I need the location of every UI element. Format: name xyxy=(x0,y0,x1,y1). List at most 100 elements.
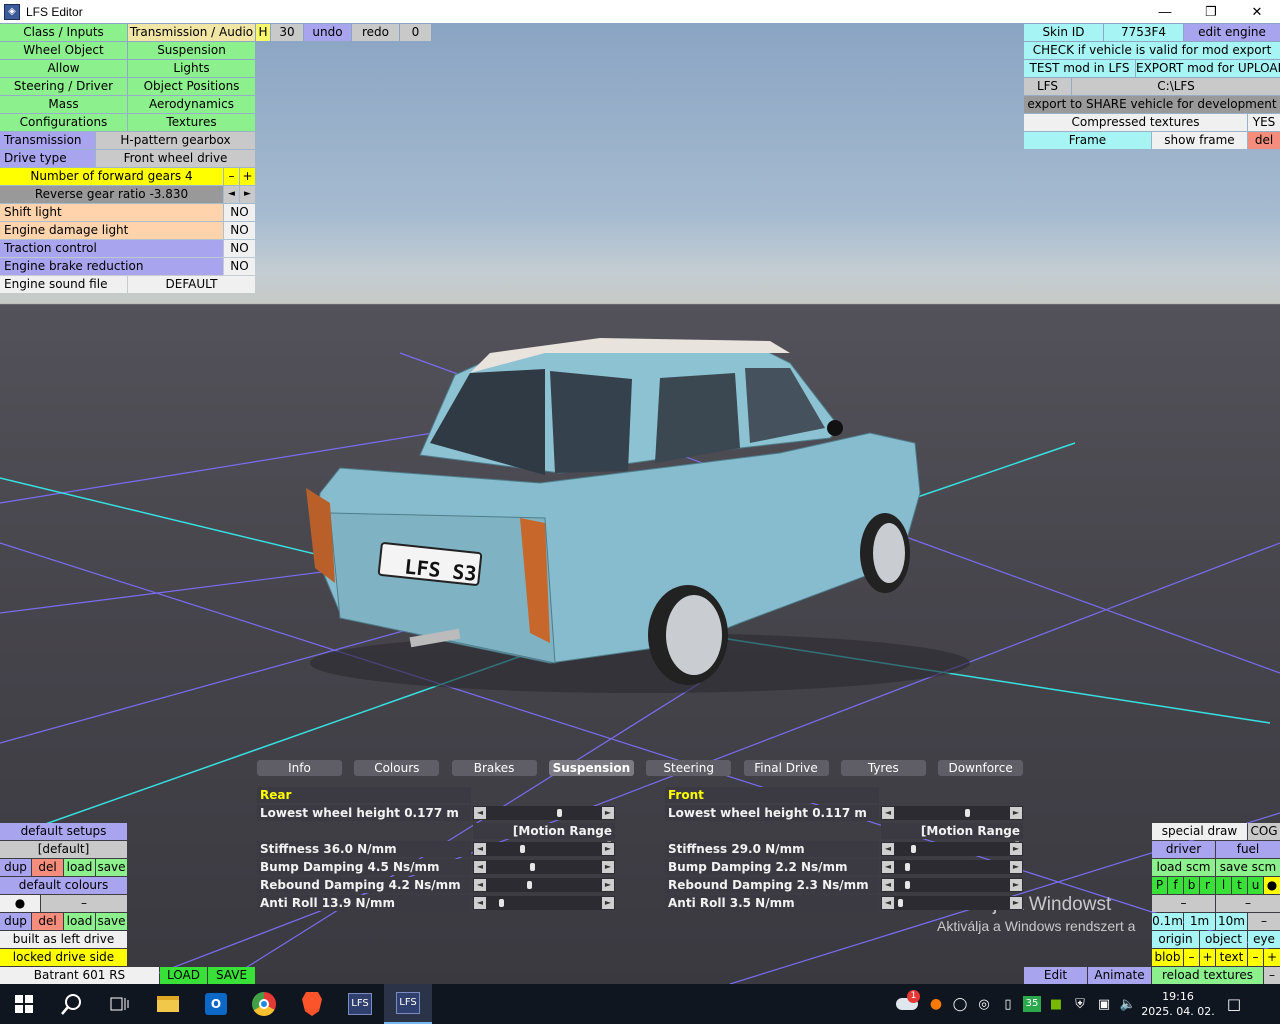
origin-button[interactable]: origin xyxy=(1152,931,1199,948)
editor-tab-suspension[interactable]: Suspension xyxy=(128,42,255,59)
editor-tab-mass[interactable]: Mass xyxy=(0,96,127,113)
property-tab[interactable]: Steering xyxy=(646,760,732,776)
slider-right-icon[interactable]: ► xyxy=(602,897,614,909)
option-toggle[interactable]: NO xyxy=(224,222,255,239)
text-minus-button[interactable]: – xyxy=(1248,949,1263,966)
gears-minus-button[interactable]: – xyxy=(224,168,239,185)
green-app-icon[interactable]: 35 xyxy=(1023,996,1041,1012)
redo-button[interactable]: redo xyxy=(352,24,399,41)
colour-dup-button[interactable]: dup xyxy=(0,913,31,930)
slider-left-icon[interactable]: ◄ xyxy=(474,843,486,855)
delete-frame-button[interactable]: del xyxy=(1248,132,1280,149)
slider-right-icon[interactable]: ► xyxy=(1010,807,1022,819)
check-vehicle-button[interactable]: CHECK if vehicle is valid for mod export xyxy=(1024,42,1280,59)
option-toggle[interactable]: NO xyxy=(224,204,255,221)
reload-dash-button[interactable]: – xyxy=(1264,967,1280,984)
brave-icon[interactable] xyxy=(288,984,336,1024)
suspension-rear-slider[interactable]: ◄ ► xyxy=(473,896,615,910)
volume-icon[interactable]: 🔈 xyxy=(1116,997,1140,1012)
suspension-front-slider[interactable]: ◄ ► xyxy=(881,842,1023,856)
suspension-front-slider[interactable]: ◄ ► xyxy=(881,878,1023,892)
weather-icon[interactable]: 1 xyxy=(890,984,924,1024)
property-tab[interactable]: Tyres xyxy=(840,760,926,776)
suspension-rear-slider[interactable]: ◄ ► xyxy=(473,842,615,856)
undo-button[interactable]: undo xyxy=(304,24,351,41)
slider-right-icon[interactable]: ► xyxy=(602,861,614,873)
slider-knob[interactable] xyxy=(904,881,910,889)
view-letter-button[interactable]: r xyxy=(1200,877,1215,894)
slider-right-icon[interactable]: ► xyxy=(1010,897,1022,909)
clock[interactable]: 19:16 2025. 04. 02. xyxy=(1140,989,1216,1019)
test-mod-button[interactable]: TEST mod in LFS xyxy=(1024,60,1135,77)
view-letter-button[interactable]: f xyxy=(1168,877,1183,894)
suspension-rear-slider[interactable]: ◄ ► xyxy=(473,806,615,820)
lfs-editor-taskbar-icon[interactable]: LFS xyxy=(384,984,432,1024)
load-scm-button[interactable]: load scm xyxy=(1152,859,1215,876)
slider-knob[interactable] xyxy=(498,899,504,907)
property-tab[interactable]: Info xyxy=(257,760,342,776)
task-view-icon[interactable] xyxy=(96,984,144,1024)
property-tab[interactable]: Final Drive xyxy=(743,760,829,776)
suspension-rear-slider[interactable]: ◄ ► xyxy=(473,878,615,892)
transmission-value-button[interactable]: H-pattern gearbox xyxy=(96,132,255,149)
driver-button[interactable]: driver xyxy=(1152,841,1215,858)
slider-left-icon[interactable]: ◄ xyxy=(474,897,486,909)
grid-scale-button[interactable]: 10m xyxy=(1216,913,1247,930)
option-toggle[interactable]: NO xyxy=(224,258,255,275)
view-letter-button[interactable]: P xyxy=(1152,877,1167,894)
setup-save-button[interactable]: save xyxy=(96,859,127,876)
editor-tab-allow[interactable]: Allow xyxy=(0,60,127,77)
grid-scale-button[interactable]: 1m xyxy=(1184,913,1215,930)
locked-drive-side-button[interactable]: locked drive side xyxy=(0,949,127,966)
slider-left-icon[interactable]: ◄ xyxy=(882,897,894,909)
text-plus-button[interactable]: + xyxy=(1264,949,1280,966)
usb-icon[interactable]: ▯ xyxy=(996,997,1020,1012)
animate-mode-button[interactable]: Animate xyxy=(1088,967,1151,984)
eye-button[interactable]: eye xyxy=(1248,931,1280,948)
slider-knob[interactable] xyxy=(904,863,910,871)
colour-dot-button[interactable]: ● xyxy=(0,895,40,912)
view-letter-button[interactable]: u xyxy=(1248,877,1263,894)
gears-plus-button[interactable]: + xyxy=(240,168,255,185)
maximize-icon[interactable]: ❐ xyxy=(1188,0,1234,23)
slider-right-icon[interactable]: ► xyxy=(1010,843,1022,855)
editor-tab-textures[interactable]: Textures xyxy=(128,114,255,131)
grid-scale-button[interactable]: 0.1m xyxy=(1152,913,1183,930)
suspension-front-slider[interactable]: ◄ ► xyxy=(881,860,1023,874)
slider-right-icon[interactable]: ► xyxy=(1010,861,1022,873)
slider-knob[interactable] xyxy=(964,809,970,817)
wifi-icon[interactable]: ▣ xyxy=(1092,997,1116,1012)
outlook-icon[interactable]: O xyxy=(192,984,240,1024)
suspension-front-slider[interactable]: ◄ ► xyxy=(881,806,1023,820)
editor-tab-wheel-object[interactable]: Wheel Object xyxy=(0,42,127,59)
sync-icon[interactable]: ◯ xyxy=(948,997,972,1012)
editor-tab-object-positions[interactable]: Object Positions xyxy=(128,78,255,95)
suspension-front-slider[interactable]: ◄ ► xyxy=(881,896,1023,910)
slider-knob[interactable] xyxy=(519,845,525,853)
setup-dup-button[interactable]: dup xyxy=(0,859,31,876)
reload-textures-button[interactable]: reload textures xyxy=(1152,967,1263,984)
slider-left-icon[interactable]: ◄ xyxy=(474,861,486,873)
edit-mode-button[interactable]: Edit xyxy=(1024,967,1087,984)
security-icon[interactable]: ⛨ xyxy=(1068,997,1092,1012)
windows-start-icon[interactable] xyxy=(0,984,48,1024)
editor-tab-transmission-audio[interactable]: Transmission / Audio xyxy=(128,24,255,41)
export-share-button[interactable]: export to SHARE vehicle for development xyxy=(1024,96,1280,113)
colour-dash-button[interactable]: – xyxy=(41,895,127,912)
view-letter-button[interactable]: l xyxy=(1216,877,1231,894)
fuel-button[interactable]: fuel xyxy=(1216,841,1280,858)
blob-plus-button[interactable]: + xyxy=(1200,949,1215,966)
reverse-ratio-slider[interactable]: Reverse gear ratio -3.830 xyxy=(0,186,223,203)
save-scm-button[interactable]: save scm xyxy=(1216,859,1280,876)
setup-del-button[interactable]: del xyxy=(32,859,63,876)
slider-left-icon[interactable]: ◄ xyxy=(474,879,486,891)
engine-sound-button[interactable]: DEFAULT xyxy=(128,276,255,293)
suspension-rear-slider[interactable]: ◄ ► xyxy=(473,860,615,874)
avast-icon[interactable]: ● xyxy=(924,996,948,1012)
slider-right-icon[interactable]: ► xyxy=(602,843,614,855)
colour-save-button[interactable]: save xyxy=(96,913,127,930)
colour-load-button[interactable]: load xyxy=(64,913,95,930)
nvidia-icon[interactable]: ■ xyxy=(1044,997,1068,1012)
slider-knob[interactable] xyxy=(527,881,533,889)
reverse-left-button[interactable]: ◄ xyxy=(224,186,239,203)
